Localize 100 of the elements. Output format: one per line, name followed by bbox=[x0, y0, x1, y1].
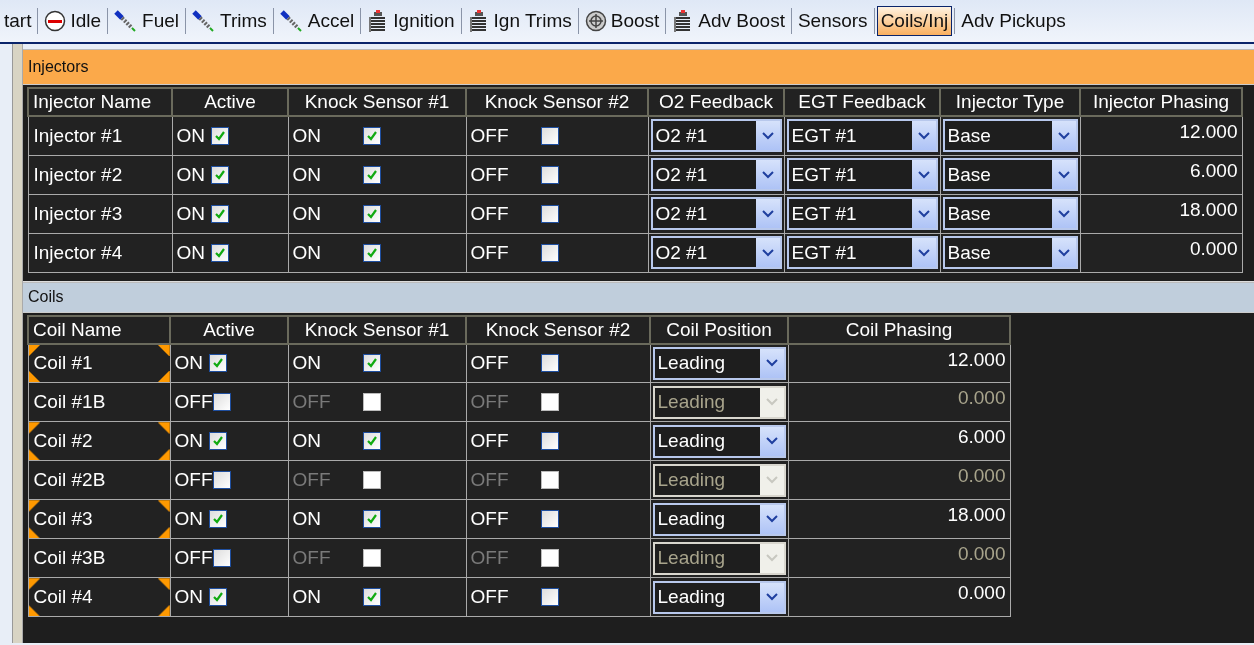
chevron-icon bbox=[765, 398, 778, 406]
tab[interactable]: Ignition bbox=[363, 6, 459, 36]
dropdown[interactable]: EGT #1 bbox=[786, 236, 938, 269]
column-header[interactable]: Knock Sensor #2 bbox=[466, 315, 650, 344]
column-header[interactable]: O2 Feedback bbox=[648, 88, 784, 116]
phasing-value: 18.000 bbox=[947, 504, 1006, 526]
phasing-value: 0.000 bbox=[957, 387, 1006, 409]
status-label: ON bbox=[176, 202, 205, 225]
dropdown[interactable]: O2 #1 bbox=[650, 119, 782, 153]
checkbox[interactable] bbox=[362, 510, 381, 528]
checkbox[interactable] bbox=[212, 471, 231, 489]
status-label: ON bbox=[292, 430, 322, 452]
checkbox[interactable] bbox=[540, 510, 559, 528]
check-icon bbox=[212, 357, 224, 370]
checkbox[interactable] bbox=[209, 354, 227, 373]
column-header[interactable]: Knock Sensor #1 bbox=[288, 88, 466, 116]
status-label: ON bbox=[292, 352, 322, 375]
section-title: Coils bbox=[23, 281, 1254, 313]
dropdown[interactable]: Leading bbox=[652, 580, 786, 614]
checkbox[interactable] bbox=[211, 126, 229, 145]
chevron-icon bbox=[917, 170, 930, 179]
checkbox[interactable] bbox=[362, 126, 381, 145]
status-label: ON bbox=[292, 124, 322, 147]
dropdown[interactable]: O2 #1 bbox=[650, 158, 782, 191]
checkbox[interactable] bbox=[362, 432, 381, 450]
checkbox[interactable] bbox=[362, 354, 381, 373]
checkbox[interactable] bbox=[540, 204, 559, 223]
tab[interactable]: Accel bbox=[275, 6, 359, 36]
status-label: OFF bbox=[174, 391, 213, 413]
dropdown[interactable]: Leading bbox=[652, 424, 786, 458]
column-header[interactable]: Active bbox=[170, 315, 288, 344]
column-header[interactable]: Knock Sensor #1 bbox=[288, 315, 466, 344]
checkbox[interactable] bbox=[209, 432, 227, 450]
checkbox[interactable] bbox=[540, 588, 559, 606]
tab[interactable]: Idle bbox=[40, 6, 106, 36]
dropdown[interactable]: EGT #1 bbox=[786, 158, 938, 191]
chevron-icon bbox=[917, 209, 930, 218]
status-label: OFF bbox=[470, 508, 510, 530]
column-header[interactable]: Injector Phasing bbox=[1080, 88, 1242, 116]
checkbox[interactable] bbox=[540, 354, 559, 373]
checkbox[interactable] bbox=[211, 165, 229, 184]
column-header[interactable]: Coil Phasing bbox=[788, 315, 1010, 344]
check-icon bbox=[365, 435, 378, 447]
checkbox[interactable] bbox=[209, 588, 227, 606]
marked-name-cell: Coil #2 bbox=[28, 421, 170, 461]
tab[interactable]: Coils/Inj bbox=[876, 6, 953, 36]
tab[interactable]: Adv Pickups bbox=[957, 6, 1070, 36]
tab[interactable]: tart bbox=[0, 6, 36, 36]
check-icon bbox=[365, 357, 378, 370]
checkbox[interactable] bbox=[212, 393, 231, 411]
checkbox[interactable] bbox=[540, 432, 559, 450]
checkbox[interactable] bbox=[212, 549, 231, 567]
check-icon bbox=[212, 435, 224, 447]
dropdown[interactable]: EGT #1 bbox=[786, 197, 938, 230]
dropdown[interactable]: Base bbox=[942, 197, 1078, 230]
dropdown[interactable]: Leading bbox=[652, 346, 786, 380]
tab[interactable]: Trims bbox=[188, 6, 271, 36]
name-cell: Injector #4 bbox=[28, 233, 172, 272]
tab[interactable]: Fuel bbox=[110, 6, 184, 36]
checkbox[interactable] bbox=[362, 165, 381, 184]
checkbox[interactable] bbox=[540, 165, 559, 184]
tab[interactable]: Boost bbox=[580, 6, 664, 36]
column-header[interactable]: Coil Position bbox=[650, 315, 788, 344]
column-header[interactable]: Knock Sensor #2 bbox=[466, 88, 648, 116]
checkbox[interactable] bbox=[540, 243, 559, 262]
name-cell: Coil #1B bbox=[28, 382, 170, 422]
dropdown[interactable]: EGT #1 bbox=[786, 119, 938, 153]
column-header[interactable]: Coil Name bbox=[28, 315, 170, 344]
column-header[interactable]: Injector Name bbox=[28, 88, 172, 116]
check-icon bbox=[214, 168, 226, 181]
dropdown[interactable]: O2 #1 bbox=[650, 197, 782, 230]
checkbox[interactable] bbox=[209, 510, 227, 528]
phasing-value: 12.000 bbox=[1179, 121, 1238, 143]
checkbox[interactable] bbox=[540, 126, 559, 145]
dropdown[interactable]: Leading bbox=[652, 502, 786, 536]
checkbox[interactable] bbox=[362, 588, 381, 606]
checkbox[interactable] bbox=[362, 204, 381, 223]
checkbox[interactable] bbox=[211, 243, 229, 262]
chevron-icon bbox=[761, 209, 774, 218]
status-label: ON bbox=[292, 241, 322, 264]
dropdown[interactable]: Base bbox=[942, 158, 1078, 191]
dropdown[interactable]: Base bbox=[942, 236, 1078, 269]
chevron-icon bbox=[761, 131, 774, 140]
status-label: ON bbox=[174, 508, 203, 530]
check-icon bbox=[212, 513, 224, 525]
checkbox[interactable] bbox=[362, 243, 381, 262]
status-label: ON bbox=[176, 241, 205, 264]
dropdown[interactable]: O2 #1 bbox=[650, 236, 782, 269]
tab[interactable]: Sensors bbox=[793, 6, 872, 36]
dropdown[interactable]: Base bbox=[942, 119, 1078, 153]
tab[interactable]: Ign Trims bbox=[463, 6, 576, 36]
status-label: OFF bbox=[470, 469, 510, 491]
check-icon bbox=[365, 246, 378, 259]
column-header[interactable]: Active bbox=[172, 88, 288, 116]
tab[interactable]: Adv Boost bbox=[668, 6, 789, 36]
column-header[interactable]: EGT Feedback bbox=[784, 88, 940, 116]
chevron-icon bbox=[765, 476, 778, 484]
checkbox[interactable] bbox=[211, 204, 229, 223]
column-header[interactable]: Injector Type bbox=[940, 88, 1080, 116]
phasing-value: 18.000 bbox=[1179, 198, 1238, 221]
